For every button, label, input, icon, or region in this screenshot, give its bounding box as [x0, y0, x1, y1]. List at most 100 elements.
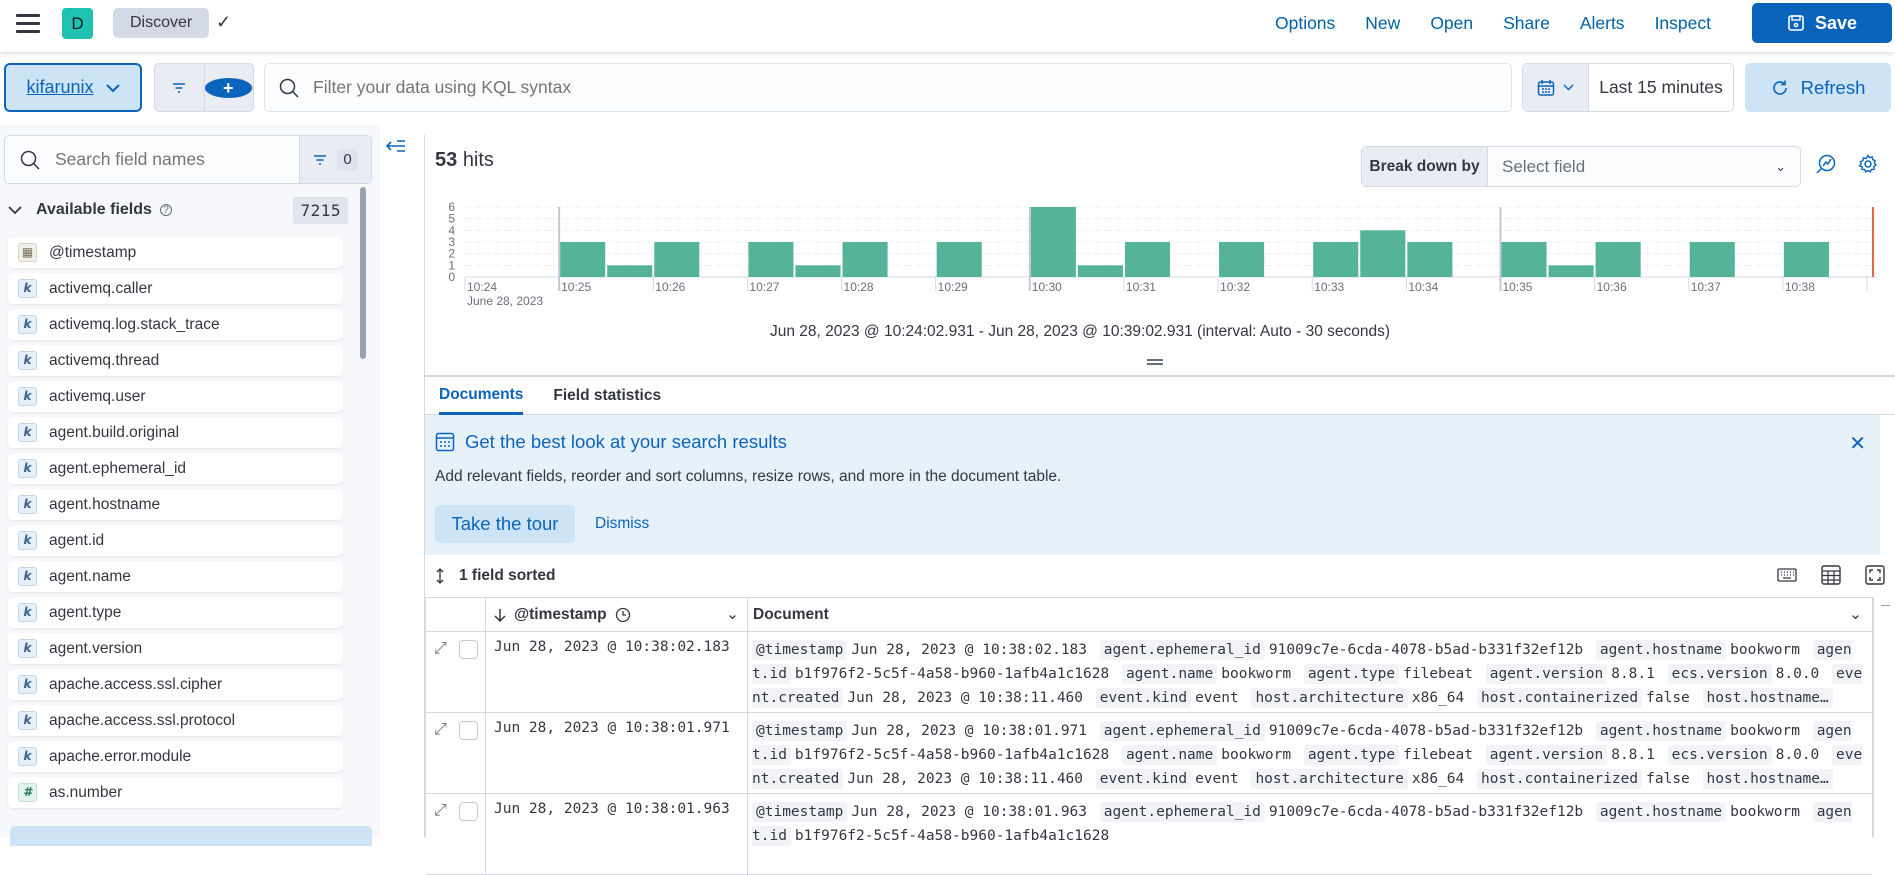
filter-menu-button[interactable]	[155, 64, 205, 111]
field-key: agent.type	[1303, 664, 1400, 684]
field-list-item[interactable]: k agent.hostname	[8, 489, 343, 520]
field-search-input[interactable]	[55, 149, 295, 170]
field-list-item[interactable]: # as.number	[8, 777, 343, 808]
share-link[interactable]: Share	[1503, 13, 1550, 34]
field-value: 8.0.0	[1775, 666, 1820, 682]
field-list-item[interactable]: k apache.error.module	[8, 741, 343, 772]
open-link[interactable]: Open	[1430, 13, 1473, 34]
timestamp-cell[interactable]: Jun 28, 2023 @ 10:38:02.183	[486, 632, 748, 712]
density-icon[interactable]	[1821, 565, 1841, 585]
breakdown-selector: Break down by Select field ⌄	[1361, 146, 1801, 187]
keyword-field-type-icon: k	[18, 423, 37, 442]
filter-buttons: +	[154, 63, 254, 112]
field-list-item[interactable]: k agent.name	[8, 561, 343, 592]
inspect-link[interactable]: Inspect	[1655, 13, 1711, 34]
new-link[interactable]: New	[1365, 13, 1400, 34]
time-range-label[interactable]: Last 15 minutes	[1589, 64, 1733, 111]
document-cell[interactable]: @timestamp Jun 28, 2023 @ 10:38:01.963 ag…	[748, 794, 1872, 874]
suggestions-icon[interactable]	[1816, 154, 1836, 174]
gear-icon[interactable]	[1858, 154, 1878, 174]
keyword-field-type-icon: k	[18, 351, 37, 370]
take-tour-button[interactable]: Take the tour	[435, 505, 575, 543]
field-search: 0	[4, 135, 372, 184]
field-list-item[interactable]: ▦ @timestamp	[8, 237, 343, 268]
timestamp-column-header[interactable]: @timestamp ⌄	[486, 598, 748, 631]
keyword-field-type-icon: k	[18, 603, 37, 622]
histogram-bar	[748, 242, 794, 277]
breakdown-label: Break down by	[1362, 147, 1488, 186]
tab-field-statistics[interactable]: Field statistics	[553, 377, 661, 415]
quick-menu-button[interactable]	[1523, 64, 1589, 111]
alerts-link[interactable]: Alerts	[1580, 13, 1625, 34]
options-link[interactable]: Options	[1275, 13, 1335, 34]
tab-documents[interactable]: Documents	[439, 377, 524, 415]
dismiss-button[interactable]: Dismiss	[595, 515, 649, 533]
timestamp-cell[interactable]: Jun 28, 2023 @ 10:38:01.963	[486, 794, 748, 874]
field-list-item[interactable]: k activemq.log.stack_trace	[8, 309, 343, 340]
histogram-bar	[795, 265, 841, 277]
top-nav-links: Options New Open Share Alerts Inspect	[1245, 0, 1711, 46]
field-name: agent.ephemeral_id	[49, 459, 187, 477]
row-checkbox[interactable]	[458, 640, 478, 659]
chevron-down-icon[interactable]: ⌄	[1849, 605, 1862, 624]
menu-icon[interactable]	[16, 14, 40, 34]
sidebar-scrollbar[interactable]	[360, 187, 366, 359]
kql-search-input[interactable]	[313, 77, 1463, 98]
add-filter-button[interactable]: +	[204, 64, 253, 111]
data-view-picker[interactable]: kifarunix	[4, 63, 142, 112]
available-fields-label: Available fields	[36, 201, 152, 218]
x-tick-label: 10:34	[1408, 280, 1438, 294]
close-icon[interactable]: ✕	[1849, 431, 1866, 456]
space-avatar[interactable]: D	[62, 8, 93, 39]
field-list-item[interactable]: k agent.build.original	[8, 417, 343, 448]
expand-icon[interactable]: ⤢	[434, 802, 447, 874]
chevron-down-icon[interactable]: ⌄	[726, 605, 739, 624]
row-checkbox[interactable]	[458, 721, 478, 740]
breakdown-field-select[interactable]: Select field ⌄	[1488, 147, 1800, 186]
help-icon[interactable]: ?	[159, 204, 172, 216]
field-list-item[interactable]: k agent.ephemeral_id	[8, 453, 343, 484]
field-name: activemq.log.stack_trace	[49, 315, 220, 333]
resize-handle[interactable]	[1147, 359, 1163, 365]
keyboard-icon[interactable]	[1777, 568, 1797, 582]
timestamp-cell[interactable]: Jun 28, 2023 @ 10:38:01.971	[486, 713, 748, 793]
field-list-item[interactable]: k agent.type	[8, 597, 343, 628]
field-type-filter-button[interactable]: 0	[299, 136, 371, 183]
field-name: agent.name	[49, 567, 131, 585]
document-column-header[interactable]: Document ⌄	[748, 598, 1872, 631]
add-field-button[interactable]	[10, 826, 372, 846]
collapse-sidebar-icon[interactable]	[385, 138, 406, 159]
table-body: ⤢ Jun 28, 2023 @ 10:38:02.183 @timestamp Ju…	[426, 632, 1872, 875]
grid-scrollbar[interactable]	[1873, 597, 1895, 837]
row-checkbox[interactable]	[458, 802, 478, 821]
field-list-item[interactable]: k apache.access.ssl.cipher	[8, 669, 343, 700]
sort-control[interactable]: 1 field sorted	[425, 555, 1895, 597]
refresh-button[interactable]: Refresh	[1745, 63, 1891, 112]
expand-icon[interactable]: ⤢	[434, 640, 447, 712]
field-list-item[interactable]: k activemq.caller	[8, 273, 343, 304]
field-list-item[interactable]: k apache.access.ssl.protocol	[8, 705, 343, 736]
document-cell[interactable]: @timestamp Jun 28, 2023 @ 10:38:01.971 ag…	[748, 713, 1872, 793]
clock-icon	[615, 607, 630, 622]
field-value: b1f976f2-5c5f-4a58-b960-1afb4a1c1628	[794, 747, 1110, 763]
available-fields-header[interactable]: Available fields ? 7215	[8, 193, 348, 227]
document-column-label: Document	[753, 605, 829, 623]
field-list-item[interactable]: k activemq.thread	[8, 345, 343, 376]
x-tick-label: 10:37	[1691, 280, 1721, 294]
x-tick-label: 10:31	[1126, 280, 1156, 294]
field-value: bookworm	[1730, 723, 1800, 739]
field-key: ecs.version	[1667, 745, 1772, 765]
document-cell[interactable]: @timestamp Jun 28, 2023 @ 10:38:02.183 ag…	[748, 632, 1872, 712]
available-fields-count: 7215	[293, 196, 348, 224]
save-button[interactable]: Save	[1752, 3, 1892, 43]
histogram-bar	[1219, 242, 1265, 277]
breadcrumb-discover[interactable]: Discover	[113, 8, 210, 38]
histogram-bar	[842, 242, 888, 277]
field-value: bookworm	[1221, 666, 1292, 682]
expand-icon[interactable]: ⤢	[434, 721, 447, 793]
field-list-item[interactable]: k agent.version	[8, 633, 343, 664]
field-value: 91009c7e-6cda-4078-b5ad-b331f32ef12b	[1268, 723, 1584, 739]
field-list-item[interactable]: k activemq.user	[8, 381, 343, 412]
field-list-item[interactable]: k agent.id	[8, 525, 343, 556]
fullscreen-icon[interactable]	[1865, 565, 1885, 585]
